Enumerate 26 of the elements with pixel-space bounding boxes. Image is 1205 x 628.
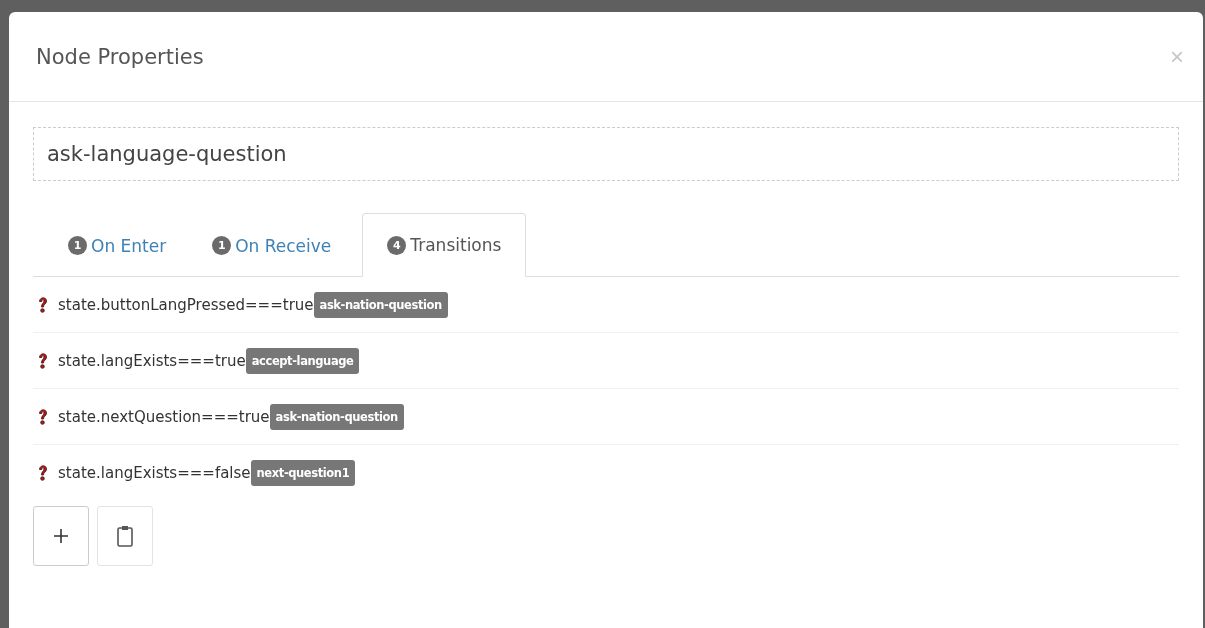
node-name-field[interactable]: ask-language-question bbox=[33, 127, 1179, 181]
target-label: next-question1 bbox=[250, 459, 356, 486]
tab[interactable]: 1 On Receive bbox=[193, 213, 359, 277]
plus-icon bbox=[53, 528, 69, 544]
dialog-title: Node Properties bbox=[36, 44, 204, 69]
target-label: ask-nation-question bbox=[269, 403, 404, 430]
question-mark-icon bbox=[38, 295, 48, 314]
condition-text: state.langExists===true bbox=[58, 351, 246, 370]
tab-label[interactable]: Transitions bbox=[410, 235, 502, 255]
question-mark-icon bbox=[38, 351, 48, 370]
target-label: ask-nation-question bbox=[313, 291, 448, 318]
tab-label[interactable]: On Enter bbox=[91, 235, 167, 256]
count-badge: 1 bbox=[212, 236, 232, 255]
condition-text: state.buttonLangPressed===true bbox=[58, 295, 314, 314]
tab[interactable]: 1 On Enter bbox=[33, 213, 194, 277]
clipboard-icon bbox=[117, 525, 133, 547]
question-mark-icon bbox=[38, 407, 48, 426]
count-badge: 4 bbox=[387, 235, 407, 255]
condition-text: state.langExists===false bbox=[58, 463, 251, 482]
paste-button[interactable] bbox=[97, 506, 153, 566]
target-label: accept-language bbox=[245, 347, 360, 374]
tab[interactable]: 4 Transitions bbox=[362, 213, 527, 277]
count-badge: 1 bbox=[68, 236, 87, 255]
condition-text: state.nextQuestion===true bbox=[58, 407, 270, 426]
question-mark-icon bbox=[38, 463, 48, 482]
tab-label[interactable]: On Receive bbox=[235, 235, 332, 256]
